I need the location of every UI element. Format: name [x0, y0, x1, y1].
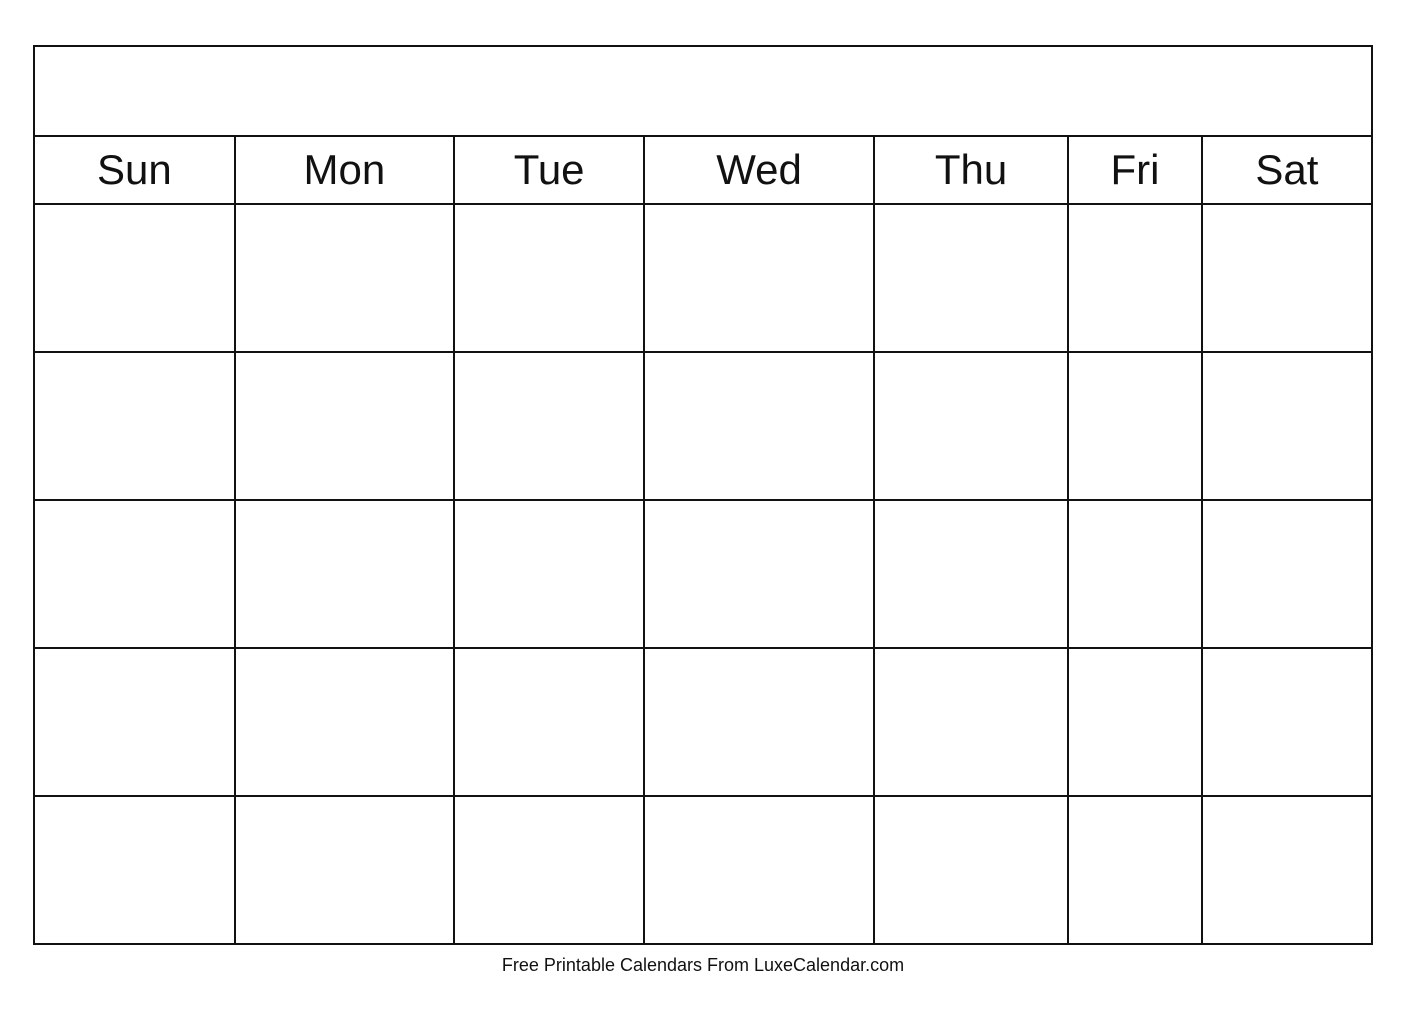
title-row	[34, 46, 1372, 136]
header-row: Sun Mon Tue Wed Thu Fri Sat	[34, 136, 1372, 204]
cell-4-mon	[235, 648, 454, 796]
cell-5-thu	[874, 796, 1069, 944]
calendar-table: Sun Mon Tue Wed Thu Fri Sat	[33, 45, 1373, 945]
week-row-1	[34, 204, 1372, 352]
week-row-5	[34, 796, 1372, 944]
cell-1-sat	[1202, 204, 1372, 352]
cell-4-tue	[454, 648, 645, 796]
cell-3-tue	[454, 500, 645, 648]
header-sat: Sat	[1202, 136, 1372, 204]
cell-3-sat	[1202, 500, 1372, 648]
cell-1-tue	[454, 204, 645, 352]
header-sun: Sun	[34, 136, 235, 204]
cell-5-sat	[1202, 796, 1372, 944]
header-thu: Thu	[874, 136, 1069, 204]
cell-1-sun	[34, 204, 235, 352]
cell-4-wed	[644, 648, 873, 796]
cell-2-tue	[454, 352, 645, 500]
cell-1-thu	[874, 204, 1069, 352]
footer-text: Free Printable Calendars From LuxeCalend…	[33, 955, 1373, 976]
cell-5-fri	[1068, 796, 1201, 944]
cell-2-sat	[1202, 352, 1372, 500]
cell-5-wed	[644, 796, 873, 944]
cell-5-tue	[454, 796, 645, 944]
header-fri: Fri	[1068, 136, 1201, 204]
cell-1-mon	[235, 204, 454, 352]
week-row-3	[34, 500, 1372, 648]
header-wed: Wed	[644, 136, 873, 204]
header-tue: Tue	[454, 136, 645, 204]
cell-2-mon	[235, 352, 454, 500]
cell-3-sun	[34, 500, 235, 648]
calendar-wrapper: Sun Mon Tue Wed Thu Fri Sat	[33, 45, 1373, 976]
cell-5-sun	[34, 796, 235, 944]
week-row-4	[34, 648, 1372, 796]
cell-3-wed	[644, 500, 873, 648]
cell-3-fri	[1068, 500, 1201, 648]
header-mon: Mon	[235, 136, 454, 204]
cell-2-wed	[644, 352, 873, 500]
cell-4-fri	[1068, 648, 1201, 796]
cell-5-mon	[235, 796, 454, 944]
cell-1-fri	[1068, 204, 1201, 352]
week-row-2	[34, 352, 1372, 500]
cell-3-thu	[874, 500, 1069, 648]
cell-1-wed	[644, 204, 873, 352]
cell-4-sat	[1202, 648, 1372, 796]
calendar-title	[34, 46, 1372, 136]
cell-2-fri	[1068, 352, 1201, 500]
cell-2-sun	[34, 352, 235, 500]
cell-4-sun	[34, 648, 235, 796]
cell-4-thu	[874, 648, 1069, 796]
cell-2-thu	[874, 352, 1069, 500]
cell-3-mon	[235, 500, 454, 648]
